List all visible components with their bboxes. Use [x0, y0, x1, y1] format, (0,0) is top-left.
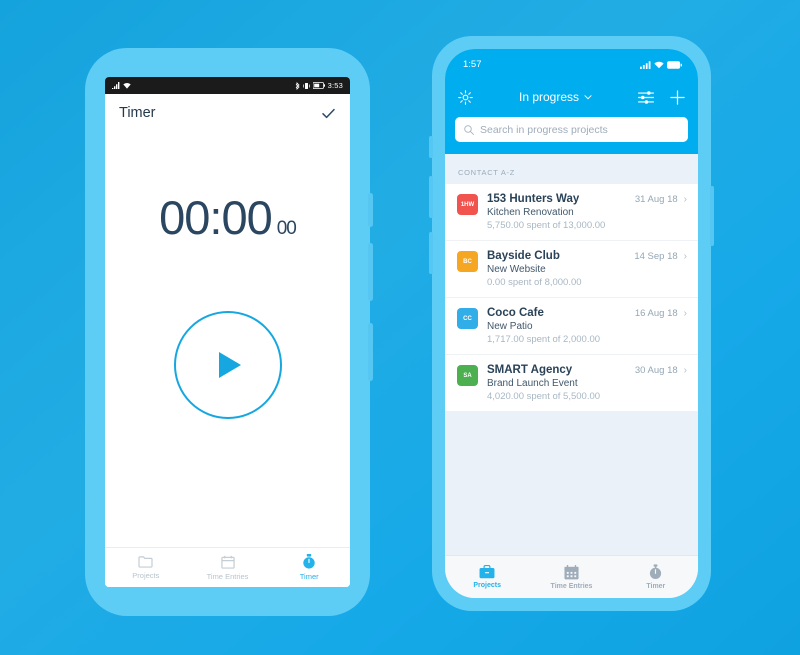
cellular-icon — [640, 60, 651, 69]
ios-phone-frame: 1:57 In progress Search in progress proj… — [429, 36, 714, 611]
project-date: 16 Aug 18 — [634, 307, 678, 319]
project-amount: 4,020.00 spent of 5,500.00 — [487, 391, 601, 402]
ios-header: In progress — [445, 80, 698, 114]
tab-time-entries[interactable]: Time Entries — [529, 556, 613, 598]
project-job: New Patio — [487, 321, 533, 332]
search-container: Search in progress projects — [445, 114, 698, 154]
android-screen: 3:53 Timer 00:00 00 Projects Time Entrie… — [105, 77, 350, 587]
battery-icon — [312, 82, 325, 89]
phone-left-volume-up-button[interactable] — [368, 243, 373, 301]
project-name: 153 Hunters Way — [487, 193, 580, 205]
plus-icon[interactable] — [670, 89, 685, 105]
project-amount: 5,750.00 spent of 13,000.00 — [487, 220, 606, 231]
android-phone-frame: 3:53 Timer 00:00 00 Projects Time Entrie… — [85, 48, 373, 616]
avatar: SA — [457, 365, 478, 386]
tab-time-entries-label: Time Entries — [550, 582, 593, 590]
project-amount: 0.00 spent of 8,000.00 — [487, 277, 582, 288]
phone-right-volume-down-button[interactable] — [429, 232, 433, 274]
list-item[interactable]: CC Coco Cafe 16 Aug 18 › New Patio 1,717… — [445, 298, 698, 355]
phone-left-power-button[interactable] — [368, 193, 373, 227]
chevron-down-icon — [584, 94, 592, 99]
avatar: BC — [457, 251, 478, 272]
avatar: CC — [457, 308, 478, 329]
filter-status-dropdown[interactable]: In progress — [519, 90, 592, 104]
project-list: 1HW 153 Hunters Way 31 Aug 18 › Kitchen … — [445, 184, 698, 411]
battery-icon — [667, 60, 682, 69]
list-item[interactable]: 1HW 153 Hunters Way 31 Aug 18 › Kitchen … — [445, 184, 698, 241]
tab-projects-label: Projects — [473, 582, 501, 589]
calendar-icon — [564, 564, 579, 579]
timer-main-value: 00:00 — [159, 191, 273, 244]
tab-projects[interactable]: Projects — [445, 556, 529, 598]
tab-timer[interactable]: Timer — [268, 548, 350, 587]
android-appbar: Timer — [105, 94, 350, 132]
filter-status-label: In progress — [518, 90, 580, 104]
project-job: Kitchen Renovation — [487, 207, 574, 218]
notch — [520, 49, 623, 68]
chevron-right-icon: › — [683, 307, 687, 319]
tab-timer-label: Timer — [299, 572, 319, 581]
filter-sliders-icon[interactable] — [638, 90, 654, 104]
signal-icon — [112, 82, 120, 89]
stopwatch-icon — [650, 564, 662, 580]
project-date: 14 Sep 18 — [634, 250, 678, 262]
bluetooth-icon — [295, 81, 300, 90]
project-job: New Website — [487, 264, 546, 275]
tab-timer-label: Timer — [646, 583, 666, 590]
project-name: SMART Agency — [487, 364, 573, 376]
timer-area: 00:00 00 — [105, 132, 350, 547]
timer-readout: 00:00 00 — [159, 191, 297, 244]
phone-right-power-button[interactable] — [710, 186, 714, 246]
section-header: CONTACT A-Z — [445, 154, 698, 184]
project-date: 31 Aug 18 — [634, 193, 678, 205]
tab-time-entries[interactable]: Time Entries — [187, 548, 269, 587]
tab-time-entries-label: Time Entries — [206, 571, 249, 581]
vibrate-icon — [302, 82, 310, 89]
check-icon[interactable] — [321, 106, 336, 121]
project-name: Coco Cafe — [487, 307, 544, 319]
project-name: Bayside Club — [487, 250, 560, 262]
gear-icon[interactable] — [458, 89, 473, 105]
android-status-bar: 3:53 — [105, 77, 350, 94]
list-empty-space — [445, 411, 698, 555]
chevron-right-icon: › — [683, 193, 687, 205]
ios-screen: 1:57 In progress Search in progress proj… — [445, 49, 698, 598]
ios-clock: 1:57 — [463, 59, 482, 70]
page-title: Timer — [119, 105, 156, 121]
search-input[interactable]: Search in progress projects — [455, 117, 688, 142]
briefcase-icon — [479, 565, 495, 579]
avatar: 1HW — [457, 194, 478, 215]
chevron-right-icon: › — [683, 250, 687, 262]
search-placeholder: Search in progress projects — [480, 123, 608, 136]
folder-icon — [138, 556, 153, 568]
phone-right-volume-up-button[interactable] — [429, 176, 433, 218]
wifi-icon — [654, 61, 664, 68]
project-amount: 1,717.00 spent of 2,000.00 — [487, 334, 601, 345]
list-item[interactable]: BC Bayside Club 14 Sep 18 › New Website … — [445, 241, 698, 298]
ios-status-bar: 1:57 — [445, 49, 698, 80]
chevron-right-icon: › — [683, 364, 687, 376]
start-timer-button[interactable] — [173, 311, 282, 419]
list-item[interactable]: SA SMART Agency 30 Aug 18 › Brand Launch… — [445, 355, 698, 411]
project-date: 30 Aug 18 — [634, 364, 678, 376]
tab-projects[interactable]: Projects — [105, 548, 187, 587]
project-job: Brand Launch Event — [487, 378, 578, 389]
tab-timer[interactable]: Timer — [614, 556, 698, 598]
phone-right-silent-switch[interactable] — [429, 136, 433, 158]
stopwatch-icon — [303, 554, 315, 569]
wifi-icon — [123, 83, 131, 89]
phone-left-volume-down-button[interactable] — [368, 323, 373, 381]
android-clock: 3:53 — [327, 81, 343, 90]
tab-projects-label: Projects — [132, 571, 160, 580]
calendar-icon — [220, 555, 235, 569]
android-tab-bar: Projects Time Entries Timer — [105, 547, 350, 587]
play-icon — [219, 352, 241, 378]
timer-fraction-value: 00 — [276, 218, 297, 239]
search-icon — [464, 124, 474, 135]
ios-tab-bar: Projects Time Entries Timer — [445, 555, 698, 598]
